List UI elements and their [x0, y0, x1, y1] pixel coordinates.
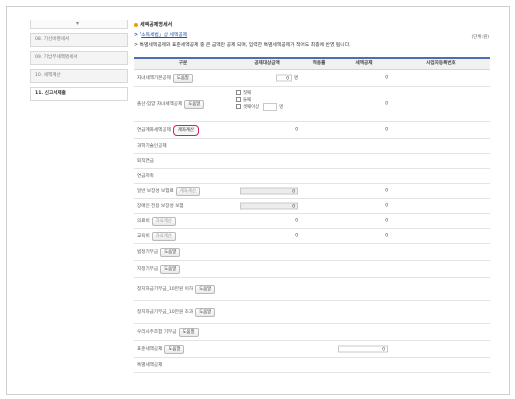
table-row: 특별세액공제	[134, 358, 490, 373]
table-row: 연금저축	[134, 169, 490, 184]
table-row: 지정기부금 도움말	[134, 261, 490, 278]
table-row: 자녀세액기본공제 도움말 0명 0	[134, 70, 490, 87]
table-row: 과학기술인공제	[134, 139, 490, 154]
table-row: 연금계좌세액공제 계좌계산 0 0	[134, 122, 490, 139]
checkbox-third-plus[interactable]: 셋째이상 명	[236, 102, 302, 111]
section-header: 세액공제명세서 > '소득세법」상 세액공제 > 특별세액공제와 표준세액공제 …	[134, 21, 489, 48]
sidebar-toggle[interactable]: ▾	[30, 20, 128, 29]
table-row: 장애인 전용 보장성 보험 0 0	[134, 199, 490, 214]
calc-button[interactable]: 계좌계산	[175, 186, 200, 196]
sidebar-item-depreciation[interactable]: 08. 기신비명세서	[30, 33, 128, 47]
disabled-insurance-amount-field: 0	[240, 202, 298, 210]
third-plus-count-input[interactable]	[263, 102, 278, 111]
table-row: 표준세액공제 도움말 0	[134, 341, 490, 358]
help-button[interactable]: 도움말	[164, 344, 185, 354]
col-bizno: 사업자등록번호	[426, 61, 456, 66]
table-row: 정치자금기부금_10만원 초과 도움말	[134, 301, 490, 324]
sidebar: ▾ 08. 기신비명세서 09. 기납부세액명세서 10. 세액계산 11. 신…	[30, 20, 128, 101]
help-button[interactable]: 도움말	[172, 73, 193, 83]
table-row: 의료비 자료계산 0 0	[134, 214, 490, 229]
account-calc-button[interactable]: 계좌계산	[172, 124, 199, 136]
help-button[interactable]: 도움말	[178, 327, 199, 337]
tax-credit-table: 구분 공제대상금액 적용률 세액공제 사업자등록번호 자녀세액기본공제 도움말 0…	[134, 57, 490, 373]
help-button[interactable]: 도움말	[195, 284, 216, 294]
sidebar-item-submit[interactable]: 11. 신고서제출	[30, 87, 128, 101]
help-button[interactable]: 도움말	[195, 307, 216, 317]
help-button[interactable]: 도움말	[184, 99, 205, 109]
col-credit: 세액공제	[355, 61, 373, 66]
bullet-icon	[134, 22, 138, 27]
chevron-down-icon: ▾	[76, 20, 80, 27]
table-row: 우리사주조합 기부금 도움말	[134, 324, 490, 341]
education-calc-button[interactable]: 자료계산	[151, 231, 176, 241]
help-button[interactable]: 도움말	[160, 264, 181, 274]
table-row: 교육비 자료계산 0 0	[134, 229, 490, 244]
table-row: 정치자금기부금_10만원 이하 도움말	[134, 278, 490, 301]
sidebar-item-prepaid-tax[interactable]: 09. 기납부세액명세서	[30, 51, 128, 65]
medical-calc-button[interactable]: 자료계산	[151, 216, 176, 226]
unit-label: (단위:원)	[471, 35, 489, 40]
standard-credit-input[interactable]: 0	[338, 345, 388, 353]
law-link[interactable]: 소득세법」상 세액공제	[141, 33, 187, 38]
table-row: 퇴직연금	[134, 154, 490, 169]
table-row: 법정기부금 도움말	[134, 244, 490, 261]
page-title: 세액공제명세서	[140, 22, 173, 28]
insurance-amount-field: 0	[240, 187, 298, 195]
notice-line-2: > 특별세액공제와 표준세액공제 중 큰 금액만 공제 되며, 입력한 특별세액…	[134, 43, 351, 48]
table-row: 출산·입양 자녀세액공제 도움말 첫째 둘째 셋째이상 명 0	[134, 87, 490, 122]
notice-line-1: > '소득세법」상 세액공제	[134, 33, 188, 38]
col-amount: 공제대상금액	[254, 61, 280, 66]
col-category: 구분	[178, 61, 188, 66]
table-header: 구분 공제대상금액 적용률 세액공제 사업자등록번호	[134, 59, 490, 70]
child-count-input[interactable]: 0	[276, 74, 292, 82]
help-button[interactable]: 도움말	[160, 247, 181, 257]
checkbox-first[interactable]: 첫째	[236, 89, 302, 96]
col-rate: 적용률	[312, 61, 326, 66]
table-row: 일반 보장성 보험료 계좌계산 0 0	[134, 184, 490, 199]
sidebar-item-tax-calc[interactable]: 10. 세액계산	[30, 69, 128, 83]
